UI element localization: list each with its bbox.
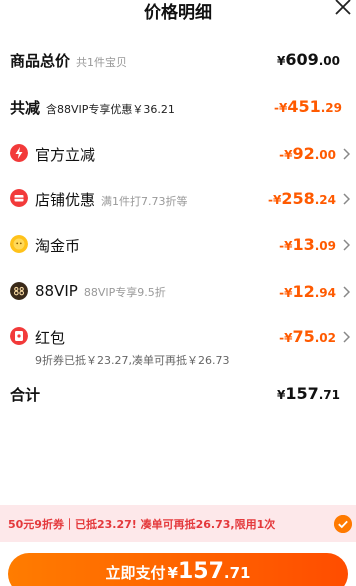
item-amount: -¥13.09 xyxy=(279,235,336,254)
item-amount: -¥258.24 xyxy=(267,189,336,208)
item-amount: -¥12.94 xyxy=(279,282,336,301)
chevron-right-icon xyxy=(343,148,350,160)
total-goods-label: 商品总价 xyxy=(10,52,71,70)
reduction-amount: -¥451.29 xyxy=(273,97,342,116)
chevron-right-icon xyxy=(343,331,350,343)
pay-label: 立即支付 xyxy=(105,564,166,582)
close-icon[interactable] xyxy=(332,0,354,18)
total-goods-count: 共1件宝贝 xyxy=(76,56,128,69)
total-goods-amount: ¥609.00 xyxy=(276,50,340,69)
item-sub: 88VIP专享9.5折 xyxy=(83,286,166,299)
chevron-right-icon xyxy=(343,193,350,205)
item-amount: -¥92.00 xyxy=(279,144,336,163)
total-label: 合计 xyxy=(10,386,41,404)
item-label: 红包 xyxy=(35,329,66,347)
item-label: 淘金币 xyxy=(35,237,81,255)
reduction-label: 共减 xyxy=(10,99,41,117)
page-title: 价格明细 xyxy=(144,3,212,23)
header: 价格明细 xyxy=(0,0,356,26)
check-icon[interactable] xyxy=(334,515,352,533)
pay-amount: 157 xyxy=(177,559,224,584)
item-label: 店铺优惠 xyxy=(35,191,96,209)
shop-icon xyxy=(10,189,28,207)
pay-now-button[interactable]: 立即支付 ¥157.71 xyxy=(8,553,348,586)
item-sub: 满1件打7.73折等 xyxy=(101,195,188,208)
item-amount: -¥75.02 xyxy=(279,327,336,346)
vip-88-icon xyxy=(10,282,28,300)
item-label: 88VIP xyxy=(35,282,78,300)
coupon-banner[interactable]: 50元9折券｜已抵23.27! 凑单可再抵26.73,限用1次 xyxy=(0,505,356,542)
total-amount: ¥157.71 xyxy=(276,384,340,403)
lightning-icon xyxy=(10,144,28,162)
reduction-detail: 含88VIP专享优惠￥36.21 xyxy=(46,103,175,116)
red-packet-note: 9折券已抵￥23.27,凑单可再抵￥26.73 xyxy=(35,354,230,367)
coupon-banner-text: 50元9折券｜已抵23.27! 凑单可再抵26.73,限用1次 xyxy=(8,518,276,531)
chevron-right-icon xyxy=(343,286,350,298)
chevron-right-icon xyxy=(343,239,350,251)
red-packet-icon xyxy=(10,327,28,345)
item-label: 官方立减 xyxy=(35,146,96,164)
gold-coin-icon xyxy=(10,235,28,253)
